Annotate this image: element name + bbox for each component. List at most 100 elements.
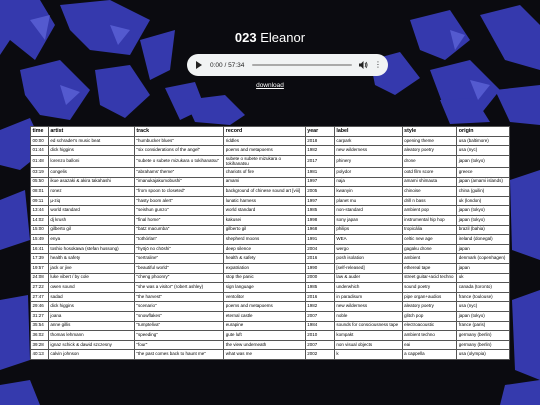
cell-origin: japan (tokyo) xyxy=(456,215,510,226)
cell-origin: canada (toronto) xyxy=(456,282,510,293)
cell-record: lunatic harness xyxy=(223,195,306,207)
cell-artist: thomas lehmann xyxy=(47,330,135,341)
header-artist: artist xyxy=(47,126,135,137)
cell-style: aleatory poetry xyxy=(401,301,458,312)
episode-number: 023 xyxy=(234,30,257,45)
cell-time: 00:00 xyxy=(30,135,49,147)
cell-year: 1991 xyxy=(304,234,335,245)
cell-track: "the harvest" xyxy=(133,291,225,303)
cell-record: riddles xyxy=(223,135,306,147)
table-row: 09:11 µ-ziq "hasty boom alert" lunatic harn… xyxy=(30,195,510,207)
table-row: 08:01 ronez "from spoon to closeted" backgr… xyxy=(30,186,510,197)
cell-artist: owen sound xyxy=(47,282,135,293)
table-row: 27:47 sadad "the harvest" ventolitor 2016 in … xyxy=(30,291,510,303)
cell-style: ambient xyxy=(401,253,458,264)
cell-origin: greece xyxy=(456,167,510,178)
cell-style: ambient techno xyxy=(401,330,458,341)
cell-label: kompakt xyxy=(333,330,403,341)
cell-time: 27:47 xyxy=(30,291,49,303)
cell-track: "seishun gunzo" xyxy=(133,205,225,217)
cell-record: the view underneath xyxy=(223,339,306,351)
cell-time: 19:57 xyxy=(30,263,49,274)
cell-year: 2010 xyxy=(304,330,335,341)
cell-year: 2016 xyxy=(304,253,335,264)
cell-style: amami shimauta xyxy=(401,176,458,188)
table-row: 19:57 jack or jive "beautiful world" expatr… xyxy=(30,263,510,274)
cell-record: amami xyxy=(223,176,306,188)
cell-style: celtic new age xyxy=(401,234,458,245)
cell-artist: jack or jive xyxy=(47,263,135,274)
cell-year: 1984 xyxy=(304,320,335,332)
cell-year: 1990 xyxy=(304,263,335,274)
header-year: year xyxy=(304,126,335,137)
cell-record: sign language xyxy=(223,282,306,293)
cell-style: glitch pop xyxy=(401,310,458,322)
player-progress-bar[interactable] xyxy=(252,64,352,66)
cell-time: 03:19 xyxy=(30,167,49,178)
cell-style: opening theme xyxy=(401,135,458,147)
cell-track: "snowflakes" xyxy=(133,310,225,322)
download-link[interactable]: download xyxy=(0,82,540,89)
audio-player[interactable]: 0:00 / 57:34 ⋮ xyxy=(187,54,388,76)
cell-track: "imanukajakumobushi" xyxy=(133,176,225,188)
cell-origin: germany (berlin) xyxy=(456,330,510,341)
cell-year: 1968 xyxy=(304,224,335,236)
more-options-icon[interactable]: ⋮ xyxy=(374,61,382,69)
play-icon[interactable] xyxy=(196,61,202,69)
cell-style: ootd film score xyxy=(401,167,458,178)
cell-record: poems and metapoems xyxy=(223,301,306,312)
cell-label: noble xyxy=(333,310,403,322)
cell-style: tropicália xyxy=(401,224,458,236)
cell-style: ethereal tape xyxy=(401,263,458,274)
cell-origin: japan (tokyo) xyxy=(456,154,510,169)
table-row: 31:27 joana "snowflakes" eternal castle 2007… xyxy=(30,310,510,322)
cell-origin: usa (nyc) xyxy=(456,301,510,312)
cell-record: stop the panic xyxy=(223,272,306,284)
cell-style: aleatory poetry xyxy=(401,145,458,156)
cell-label: underwhich xyxy=(333,282,403,293)
cell-time: 27:22 xyxy=(30,282,49,293)
table-row: 16:41 toshio hosokawa (stefan hussong) "hy… xyxy=(30,243,510,255)
cell-artist: ronez xyxy=(47,186,135,197)
cell-track: "four" xyxy=(133,339,225,351)
cell-time: 13:44 xyxy=(30,205,49,217)
cell-origin: japan xyxy=(456,243,510,255)
cell-track: "beautiful world" xyxy=(133,263,225,274)
cell-style: drill n bass xyxy=(401,195,458,207)
cell-time: 31:27 xyxy=(30,310,49,322)
cell-record: chariots of fire xyxy=(223,167,306,178)
cell-time: 39:28 xyxy=(30,339,49,351)
header-label: label xyxy=(333,126,403,137)
table-row: 03:19 congelis "abrahams' theme" chariots o… xyxy=(30,167,510,178)
cell-artist: dick higgins xyxy=(47,145,135,156)
cell-label: planet mu xyxy=(333,195,403,207)
cell-label: polydor xyxy=(333,167,403,178)
cell-style: pipe organ+audios xyxy=(401,291,458,303)
cell-record: what was me xyxy=(223,349,306,360)
table-row: 15:00 gilberto gil "bat≠ macumba" gilberto … xyxy=(30,224,510,236)
cell-artist: sadad xyxy=(47,291,135,303)
table-row: 24:08 luke vibert / by cole "cheng phoonry… xyxy=(30,272,510,284)
cell-year: 2017 xyxy=(304,154,335,169)
cell-label: new wilderness xyxy=(333,145,403,156)
cell-origin: china (guilin) xyxy=(456,186,510,197)
volume-icon[interactable] xyxy=(359,61,368,69)
cell-artist: ed schrader's music beat xyxy=(47,135,135,147)
cell-year: 2007 xyxy=(304,339,335,351)
cell-origin: usa (baltimore) xyxy=(456,135,510,147)
table-row: 39:28 ignaz schick & dawid szczesny "four"… xyxy=(30,339,510,351)
cell-track: "six considerations of the angel" xyxy=(133,145,225,156)
cell-track: "hyōjō no chōshi" xyxy=(133,243,225,255)
table-row: 29:46 dick higgins "scenario" poems and met… xyxy=(30,301,510,312)
cell-track: "subete o subete mizukara o tokihanatsu" xyxy=(133,154,225,169)
cell-time: 24:08 xyxy=(30,272,49,284)
header-style: style xyxy=(401,126,458,137)
cell-label: non visual objects xyxy=(333,339,403,351)
cell-track: "hasty boom alert" xyxy=(133,195,225,207)
cell-artist: calvin johnson xyxy=(47,349,135,360)
cell-record: expatriation xyxy=(223,263,306,274)
cell-label: naja xyxy=(333,176,403,188)
cell-artist: anne gillis xyxy=(47,320,135,332)
cell-record: eurapine xyxy=(223,320,306,332)
cell-track: "speeding" xyxy=(133,330,225,341)
